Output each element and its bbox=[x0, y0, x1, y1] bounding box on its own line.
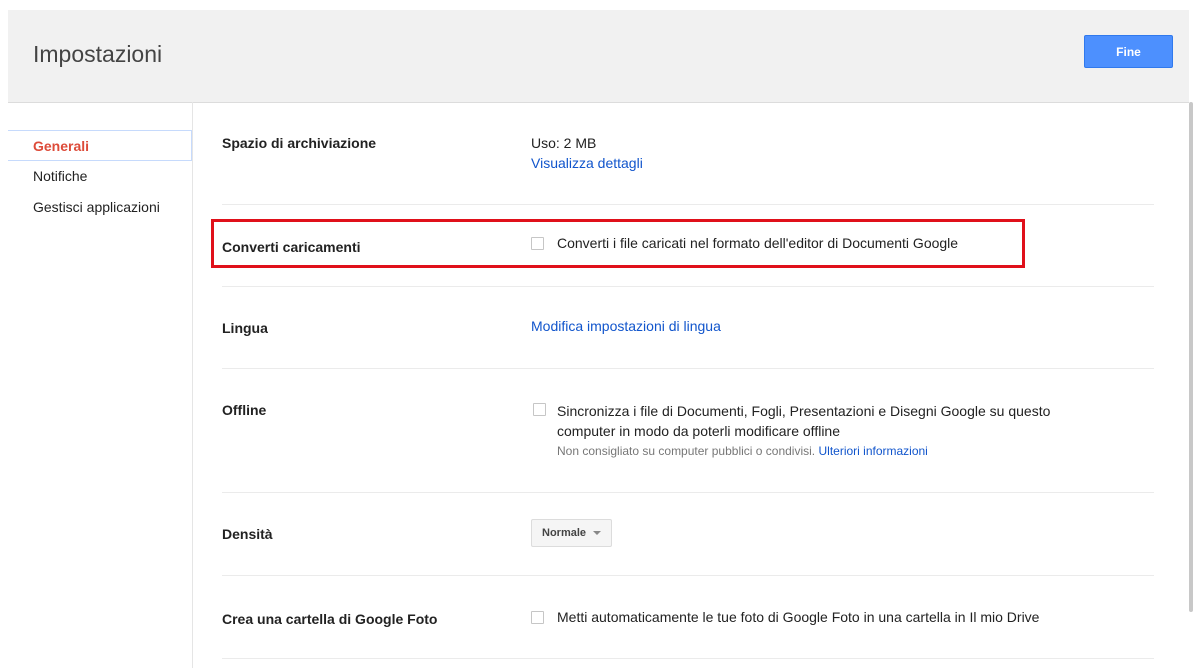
page-title: Impostazioni bbox=[33, 41, 163, 67]
convert-checkbox-label[interactable]: Converti i file caricati nel formato del… bbox=[557, 235, 958, 251]
settings-header: Impostazioni Fine bbox=[8, 10, 1189, 103]
offline-checkbox-line2[interactable]: computer in modo da poterli modificare o… bbox=[557, 421, 1157, 441]
sidebar-item-gestisci-applicazioni[interactable]: Gestisci applicazioni bbox=[8, 192, 192, 223]
language-settings-link[interactable]: Modifica impostazioni di lingua bbox=[531, 318, 721, 334]
photos-label: Crea una cartella di Google Foto bbox=[222, 611, 438, 627]
offline-checkbox-line1[interactable]: Sincronizza i file di Documenti, Fogli, … bbox=[557, 401, 1157, 421]
setting-row-language: Lingua Modifica impostazioni di lingua bbox=[222, 287, 1154, 369]
sidebar-item-generali[interactable]: Generali bbox=[8, 130, 192, 161]
density-selected: Normale bbox=[542, 527, 587, 539]
offline-label: Offline bbox=[222, 402, 267, 418]
storage-value: Uso: 2 MB Visualizza dettagli bbox=[531, 133, 643, 173]
convert-value: Converti i file caricati nel formato del… bbox=[531, 235, 958, 251]
photos-value: Metti automaticamente le tue foto di Goo… bbox=[531, 609, 1039, 625]
storage-usage: Uso: 2 MB bbox=[531, 135, 597, 151]
storage-details-link[interactable]: Visualizza dettagli bbox=[531, 153, 643, 173]
vertical-scrollbar[interactable] bbox=[1189, 102, 1193, 612]
density-value: Normale bbox=[531, 519, 613, 547]
density-label: Densità bbox=[222, 526, 273, 542]
storage-label: Spazio di archiviazione bbox=[222, 135, 377, 151]
convert-label: Converti caricamenti bbox=[222, 239, 361, 255]
sidebar-item-notifiche[interactable]: Notifiche bbox=[8, 161, 192, 192]
offline-checkbox[interactable] bbox=[533, 403, 546, 416]
setting-row-convert: Converti caricamenti Converti i file car… bbox=[222, 205, 1154, 287]
settings-sidebar: Generali Notifiche Gestisci applicazioni bbox=[8, 130, 192, 223]
setting-row-photos: Crea una cartella di Google Foto Metti a… bbox=[222, 576, 1154, 659]
setting-row-storage: Spazio di archiviazione Uso: 2 MB Visual… bbox=[222, 118, 1154, 205]
convert-checkbox[interactable] bbox=[531, 236, 544, 250]
setting-row-offline: Offline Sincronizza i file di Documenti,… bbox=[222, 369, 1154, 493]
photos-checkbox[interactable] bbox=[531, 610, 544, 624]
language-label: Lingua bbox=[222, 320, 268, 336]
sidebar-divider bbox=[192, 102, 193, 668]
offline-text: Sincronizza i file di Documenti, Fogli, … bbox=[557, 401, 1157, 461]
offline-more-info-link[interactable]: Ulteriori informazioni bbox=[818, 444, 927, 458]
density-select[interactable]: Normale bbox=[531, 519, 613, 547]
dropdown-caret-icon bbox=[593, 531, 602, 535]
offline-value: Sincronizza i file di Documenti, Fogli, … bbox=[531, 401, 1157, 461]
photos-checkbox-label[interactable]: Metti automaticamente le tue foto di Goo… bbox=[557, 609, 1039, 625]
done-button[interactable]: Fine bbox=[1084, 35, 1173, 68]
offline-note: Non consigliato su computer pubblici o c… bbox=[557, 444, 816, 458]
setting-row-density: Densità Normale bbox=[222, 493, 1154, 576]
offline-note-line: Non consigliato su computer pubblici o c… bbox=[557, 441, 1157, 461]
